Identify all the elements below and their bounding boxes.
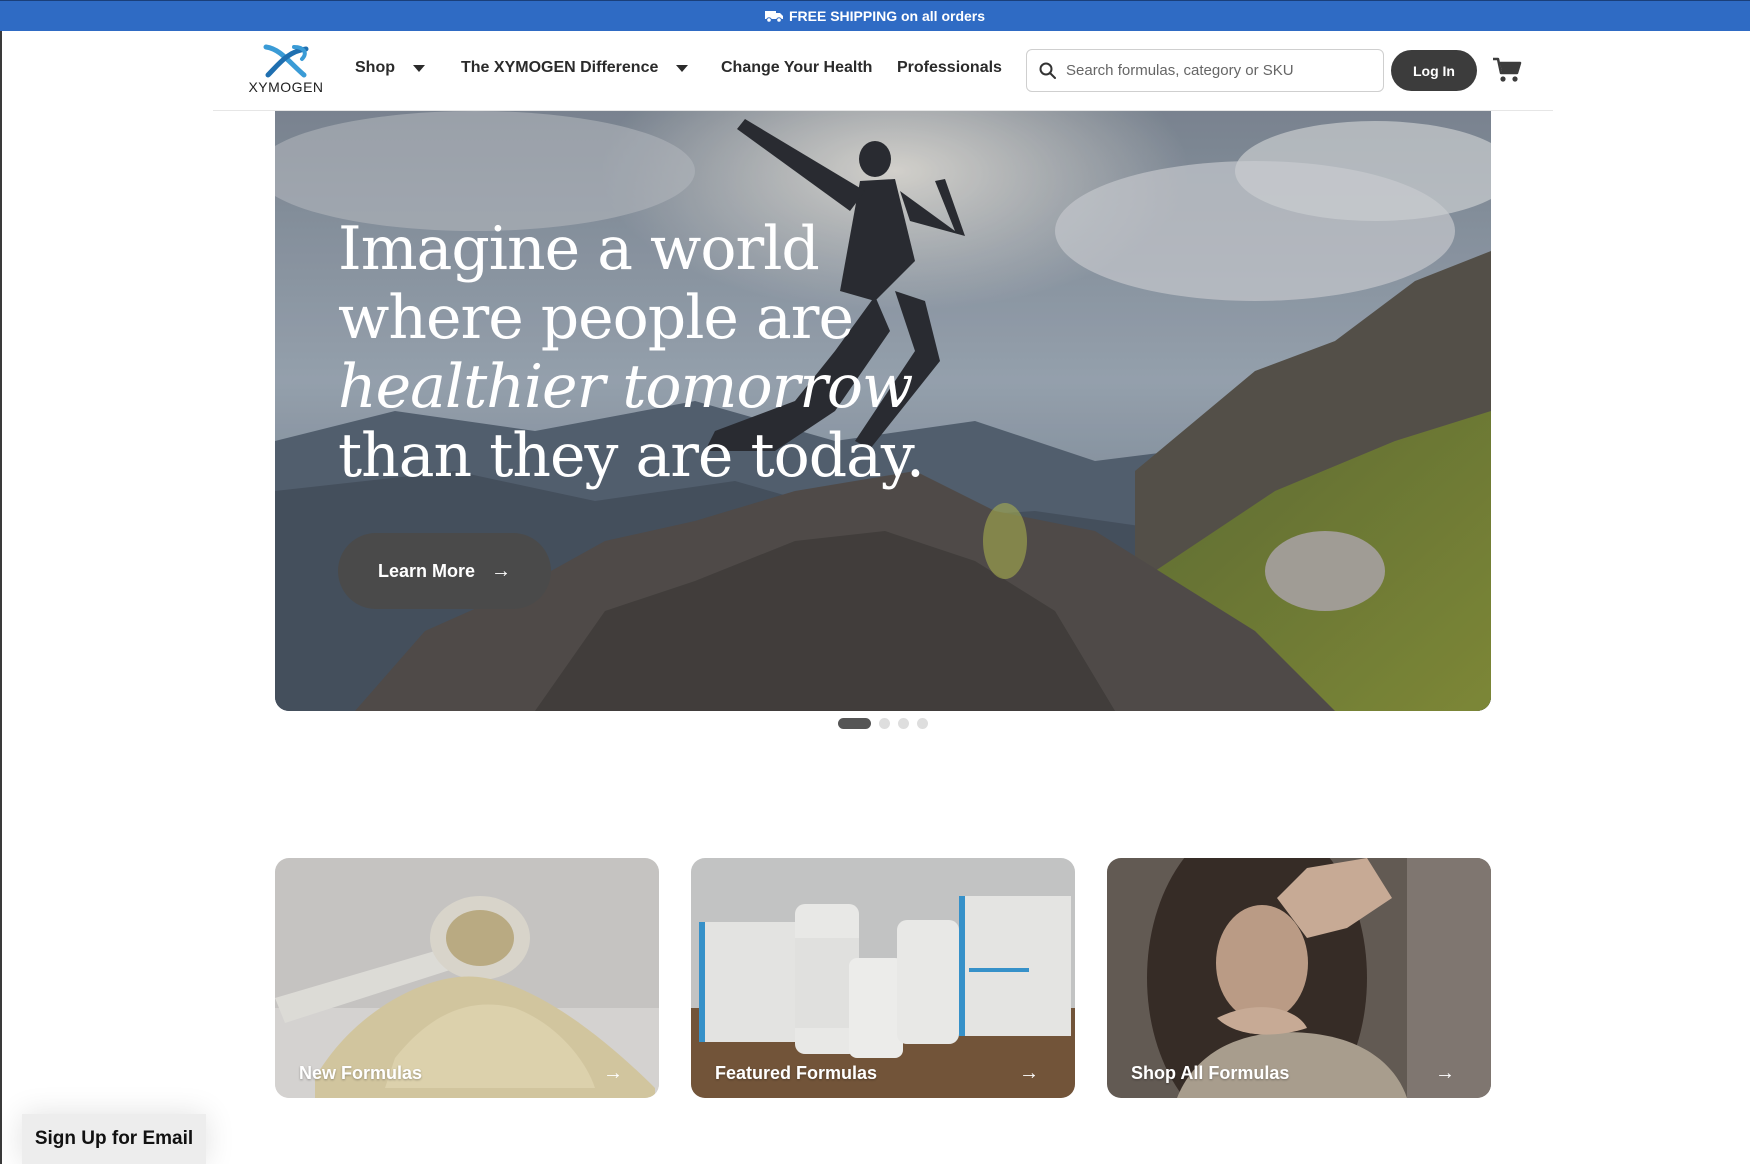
- nav-shop-label: Shop: [355, 59, 395, 76]
- chevron-down-icon: [413, 64, 425, 72]
- carousel-dot-1[interactable]: [838, 718, 871, 729]
- learn-more-label: Learn More: [377, 560, 476, 581]
- xymogen-logo-mark: [263, 44, 309, 78]
- hero-line-2: where people are: [338, 283, 854, 353]
- hero-banner: Imagine a world where people are healthi…: [275, 111, 1491, 711]
- carousel-dot-2[interactable]: [879, 718, 890, 729]
- learn-more-button[interactable]: Learn More →: [338, 533, 551, 609]
- hero-headline: Imagine a world where people are healthi…: [338, 215, 958, 491]
- cart-icon[interactable]: [1492, 56, 1522, 84]
- truck-icon: [764, 11, 783, 23]
- nav-xymogen-difference[interactable]: The XYMOGEN Difference: [461, 59, 689, 77]
- carousel-dots: [838, 718, 936, 729]
- woman-capsule-image: [1107, 858, 1491, 1098]
- product-bottles-image: [691, 858, 1075, 1098]
- arrow-right-icon: →: [1435, 1062, 1455, 1084]
- logo-text: XYMOGEN: [248, 79, 324, 95]
- search-icon: [1039, 62, 1056, 79]
- search-box[interactable]: [1026, 49, 1384, 92]
- promo-bar: FREE SHIPPING on all orders: [0, 0, 1750, 31]
- nav-difference-label: The XYMOGEN Difference: [461, 59, 659, 76]
- arrow-right-icon: →: [603, 1062, 623, 1084]
- hero-line-3: healthier tomorrow: [338, 352, 913, 422]
- window-edge: [0, 31, 2, 1164]
- card-label: Featured Formulas: [715, 1063, 878, 1083]
- carousel-dot-3[interactable]: [898, 718, 909, 729]
- email-signup-button[interactable]: Sign Up for Email: [22, 1114, 206, 1164]
- nav-change-your-health[interactable]: Change Your Health: [721, 59, 872, 77]
- arrow-right-icon: →: [1019, 1062, 1039, 1084]
- carousel-dot-4[interactable]: [917, 718, 928, 729]
- nav-shop[interactable]: Shop: [355, 59, 425, 77]
- category-card-new-formulas[interactable]: New Formulas →: [275, 858, 659, 1098]
- category-card-featured-formulas[interactable]: Featured Formulas →: [691, 858, 1075, 1098]
- powder-scoop-image: [275, 858, 659, 1098]
- hero-line-4: than they are today.: [338, 421, 925, 491]
- hero-line-1: Imagine a world: [338, 214, 820, 284]
- card-label: New Formulas: [299, 1063, 423, 1083]
- nav-professionals[interactable]: Professionals: [897, 59, 1002, 77]
- arrow-right-icon: →: [491, 559, 512, 582]
- login-button[interactable]: Log In: [1391, 50, 1477, 91]
- category-card-shop-all-formulas[interactable]: Shop All Formulas →: [1107, 858, 1491, 1098]
- search-input[interactable]: [1066, 62, 1366, 79]
- promo-text: FREE SHIPPING on all orders: [788, 8, 986, 24]
- card-label: Shop All Formulas: [1131, 1063, 1290, 1083]
- nav-professionals-label: Professionals: [897, 59, 1002, 76]
- nav-change-label: Change Your Health: [721, 59, 873, 76]
- chevron-down-icon: [676, 64, 689, 72]
- xymogen-logo[interactable]: XYMOGEN: [247, 43, 325, 99]
- site-header: XYMOGEN Shop The XYMOGEN Difference Chan…: [213, 31, 1553, 111]
